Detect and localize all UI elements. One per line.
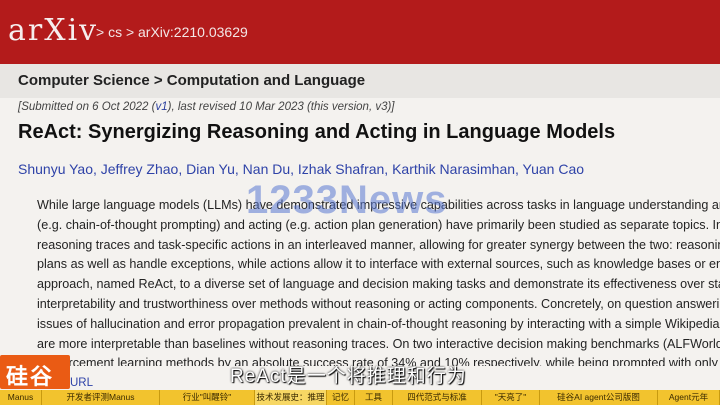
submission-suffix: ), last revised 10 Mar 2023 (this versio…: [167, 101, 395, 113]
chapter-item[interactable]: 行业"叫醒铃": [160, 390, 255, 405]
arxiv-logo[interactable]: arXiv: [8, 13, 98, 48]
author-list[interactable]: Shunyu Yao, Jeffrey Zhao, Dian Yu, Nan D…: [18, 161, 584, 177]
chapter-item[interactable]: 四代范式与标准: [393, 390, 482, 405]
chapter-item[interactable]: 硅谷AI agent公司版图: [540, 390, 658, 405]
submission-history: [Submitted on 6 Oct 2022 (v1), last revi…: [18, 101, 395, 113]
submission-prefix: [Submitted on 6 Oct 2022 (: [18, 101, 156, 113]
chapter-item[interactable]: 开发者评测Manus: [42, 390, 160, 405]
abstract-line: interpretability and trustworthiness ove…: [37, 296, 720, 311]
abstract-line: plans as well as handle exceptions, whil…: [37, 257, 720, 272]
abstract-line: are more interpretable than baselines wi…: [37, 336, 720, 351]
url-link[interactable]: URL: [70, 377, 93, 389]
paper-title: ReAct: Synergizing Reasoning and Acting …: [18, 121, 616, 143]
subject-heading: Computer Science > Computation and Langu…: [18, 72, 366, 89]
chapter-item[interactable]: 记忆: [327, 390, 355, 405]
abstract-line: reasoning traces and task-specific actio…: [37, 237, 720, 252]
abstract-line: approach, named ReAct, to a diverse set …: [37, 277, 720, 292]
chapter-bar: Manus 开发者评测Manus 行业"叫醒铃" 技术发展史：推理 记忆 工具 …: [0, 390, 720, 405]
watermark: 1233News: [246, 178, 448, 222]
abstract-line: issues of hallucination and error propag…: [37, 316, 720, 331]
video-subtitle: ReAct是一个将推理和行为: [230, 366, 467, 387]
version-v1-link[interactable]: v1: [155, 101, 167, 113]
breadcrumb[interactable]: > cs > arXiv:2210.03629: [96, 24, 248, 40]
chapter-item[interactable]: Manus: [0, 390, 42, 405]
channel-logo-text: 硅谷: [6, 364, 55, 389]
chapter-item[interactable]: "天亮了": [482, 390, 540, 405]
chapter-item[interactable]: Agent元年: [658, 390, 720, 405]
chapter-item-active[interactable]: 技术发展史：推理: [255, 390, 327, 405]
chapter-item[interactable]: 工具: [355, 390, 393, 405]
